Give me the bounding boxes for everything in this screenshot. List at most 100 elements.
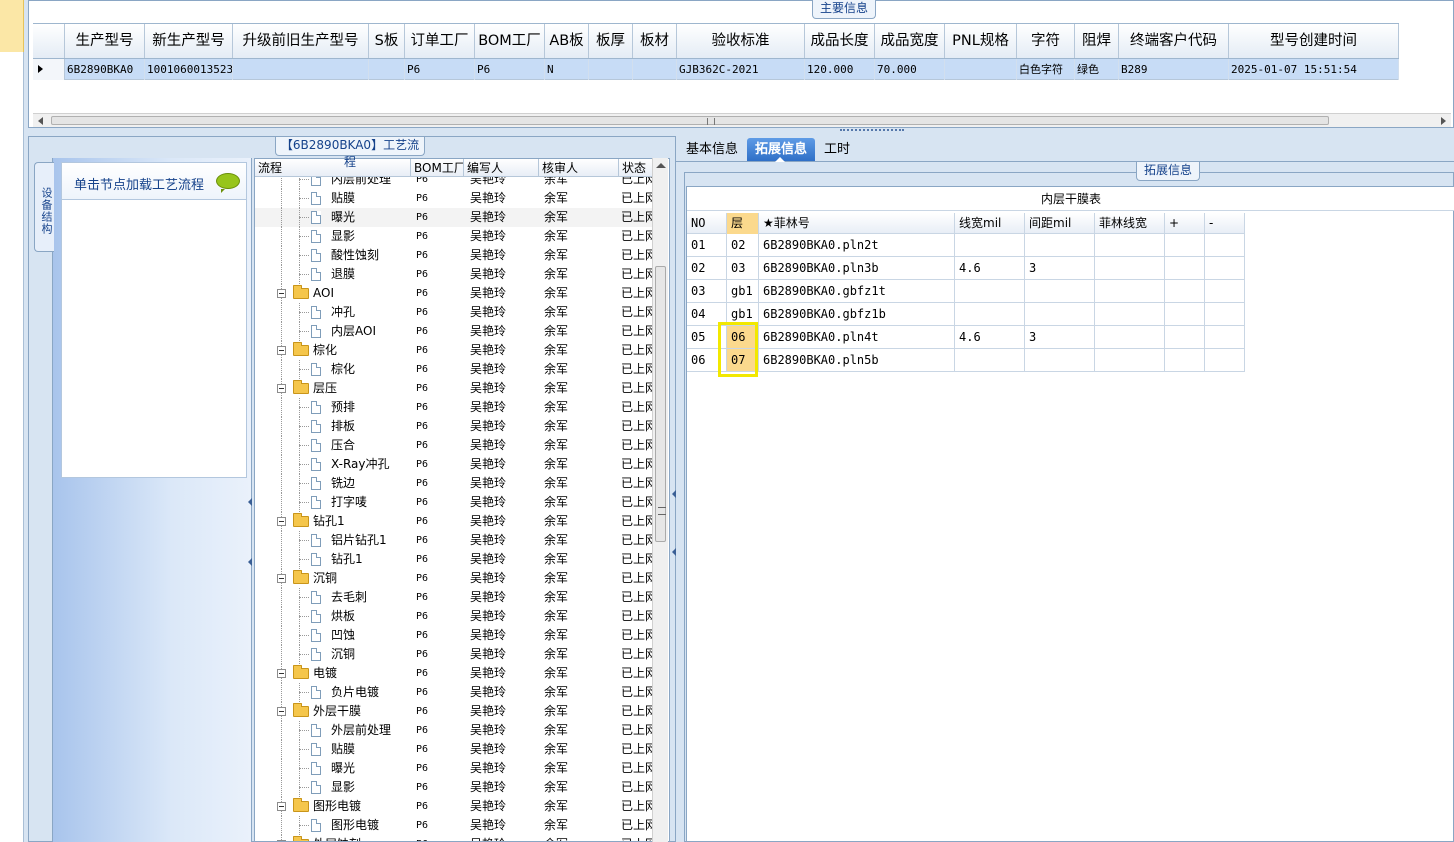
reviewer-cell[interactable]: 余军 (539, 626, 619, 645)
status-cell[interactable]: 已上网 (619, 531, 655, 550)
reviewer-cell[interactable]: 余军 (539, 303, 619, 322)
tree-row[interactable]: 图形电镀 P6 吴艳玲 余军 已上网 (255, 816, 655, 835)
column-header[interactable]: 升级前旧生产型号 (233, 24, 369, 58)
writer-cell[interactable]: 吴艳玲 (464, 645, 539, 664)
tree-node[interactable]: 压合 (255, 436, 411, 455)
status-cell[interactable]: 已上网 (619, 835, 655, 841)
tree-column-header[interactable]: BOM工厂 (411, 159, 464, 177)
film-cell[interactable]: 6B2890BKA0.gbfz1b (759, 303, 955, 325)
tree-row[interactable]: 外层干膜 P6 吴艳玲 余军 已上网 (255, 702, 655, 721)
tree-row[interactable]: 钻孔1 P6 吴艳玲 余军 已上网 (255, 512, 655, 531)
bom-factory-cell[interactable]: P6 (411, 588, 464, 607)
status-cell[interactable]: 已上网 (619, 664, 655, 683)
reviewer-cell[interactable]: 余军 (539, 189, 619, 208)
bom-factory-cell[interactable]: P6 (411, 265, 464, 284)
bom-factory-cell[interactable]: P6 (411, 797, 464, 816)
status-cell[interactable]: 已上网 (619, 588, 655, 607)
tree-row[interactable]: 打字唛 P6 吴艳玲 余军 已上网 (255, 493, 655, 512)
reviewer-cell[interactable]: 余军 (539, 588, 619, 607)
scroll-up-icon[interactable] (656, 163, 666, 168)
column-header[interactable]: 成品宽度 (875, 24, 945, 58)
bom-factory-cell[interactable]: P6 (411, 455, 464, 474)
reviewer-cell[interactable]: 余军 (539, 778, 619, 797)
film-table-row[interactable]: 04 gb1 6B2890BKA0.gbfz1b (687, 303, 1245, 326)
horizontal-splitter[interactable] (28, 128, 1454, 136)
film-cell[interactable] (1095, 234, 1165, 256)
grid-cell[interactable]: 绿色 (1075, 59, 1119, 80)
tree-node[interactable]: 铝片钻孔1 (255, 531, 411, 550)
column-header[interactable]: 阻焊 (1075, 24, 1119, 58)
film-cell[interactable] (1095, 257, 1165, 279)
film-cell[interactable]: gb1 (727, 280, 759, 302)
tree-row[interactable]: 棕化 P6 吴艳玲 余军 已上网 (255, 360, 655, 379)
grid-cell[interactable]: B289 (1119, 59, 1229, 80)
film-cell[interactable]: 6B2890BKA0.gbfz1t (759, 280, 955, 302)
film-table-row[interactable]: 03 gb1 6B2890BKA0.gbfz1t (687, 280, 1245, 303)
side-tab-equipment-structure[interactable]: 设备结构 (34, 162, 54, 252)
bom-factory-cell[interactable]: P6 (411, 721, 464, 740)
status-cell[interactable]: 已上网 (619, 322, 655, 341)
bom-factory-cell[interactable]: P6 (411, 569, 464, 588)
main-info-hscrollbar[interactable] (33, 113, 1451, 127)
bom-factory-cell[interactable]: P6 (411, 645, 464, 664)
grid-cell[interactable] (589, 59, 633, 80)
tree-node[interactable]: 冲孔 (255, 303, 411, 322)
film-cell[interactable] (1025, 234, 1095, 256)
film-cell[interactable] (1095, 303, 1165, 325)
writer-cell[interactable]: 吴艳玲 (464, 417, 539, 436)
tree-row[interactable]: 预排 P6 吴艳玲 余军 已上网 (255, 398, 655, 417)
film-cell[interactable] (1025, 349, 1095, 371)
grid-cell[interactable]: 白色字符 (1017, 59, 1075, 80)
bom-factory-cell[interactable]: P6 (411, 626, 464, 645)
status-cell[interactable]: 已上网 (619, 778, 655, 797)
status-cell[interactable]: 已上网 (619, 645, 655, 664)
status-cell[interactable]: 已上网 (619, 398, 655, 417)
column-header[interactable]: 新生产型号 (145, 24, 233, 58)
bom-factory-cell[interactable]: P6 (411, 835, 464, 841)
reviewer-cell[interactable]: 余军 (539, 683, 619, 702)
film-cell[interactable] (1095, 349, 1165, 371)
reviewer-cell[interactable]: 余军 (539, 417, 619, 436)
film-table-row[interactable]: 05 06 6B2890BKA0.pln4t 4.6 3 (687, 326, 1245, 349)
bom-factory-cell[interactable]: P6 (411, 322, 464, 341)
status-cell[interactable]: 已上网 (619, 341, 655, 360)
tab-extended-info[interactable]: 拓展信息 (747, 138, 816, 162)
grid-cell[interactable]: 70.000 (875, 59, 945, 80)
film-cell[interactable]: 6B2890BKA0.pln2t (759, 234, 955, 256)
writer-cell[interactable]: 吴艳玲 (464, 246, 539, 265)
tree-row[interactable]: 铝片钻孔1 P6 吴艳玲 余军 已上网 (255, 531, 655, 550)
tree-column-header[interactable]: 核审人 (539, 159, 619, 177)
grid-cell[interactable] (633, 59, 677, 80)
grid-cell[interactable] (945, 59, 1017, 80)
tree-row[interactable]: AOI P6 吴艳玲 余军 已上网 (255, 284, 655, 303)
tree-node[interactable]: 棕化 (255, 341, 411, 360)
tree-node[interactable]: 打字唛 (255, 493, 411, 512)
tree-row[interactable]: 铣边 P6 吴艳玲 余军 已上网 (255, 474, 655, 493)
tree-node[interactable]: 曝光 (255, 208, 411, 227)
tree-row[interactable]: 排板 P6 吴艳玲 余军 已上网 (255, 417, 655, 436)
film-cell[interactable] (1165, 234, 1205, 256)
reviewer-cell[interactable]: 余军 (539, 664, 619, 683)
reviewer-cell[interactable]: 余军 (539, 246, 619, 265)
tree-row[interactable]: 层压 P6 吴艳玲 余军 已上网 (255, 379, 655, 398)
collapse-arrow-icon[interactable] (248, 558, 252, 566)
writer-cell[interactable]: 吴艳玲 (464, 227, 539, 246)
status-cell[interactable]: 已上网 (619, 474, 655, 493)
tree-row[interactable]: 曝光 P6 吴艳玲 余军 已上网 (255, 759, 655, 778)
collapsed-tab[interactable] (0, 0, 24, 52)
reviewer-cell[interactable]: 余军 (539, 816, 619, 835)
tree-row[interactable]: 内层AOI P6 吴艳玲 余军 已上网 (255, 322, 655, 341)
film-cell[interactable]: 01 (687, 234, 727, 256)
status-cell[interactable]: 已上网 (619, 740, 655, 759)
status-cell[interactable]: 已上网 (619, 246, 655, 265)
writer-cell[interactable]: 吴艳玲 (464, 683, 539, 702)
tree-row[interactable]: 棕化 P6 吴艳玲 余军 已上网 (255, 341, 655, 360)
writer-cell[interactable]: 吴艳玲 (464, 797, 539, 816)
status-cell[interactable]: 已上网 (619, 360, 655, 379)
tree-node[interactable]: 显影 (255, 227, 411, 246)
film-cell[interactable] (1205, 326, 1245, 348)
film-cell[interactable] (955, 349, 1025, 371)
tree-node[interactable]: 贴膜 (255, 740, 411, 759)
reviewer-cell[interactable]: 余军 (539, 607, 619, 626)
bom-factory-cell[interactable]: P6 (411, 417, 464, 436)
